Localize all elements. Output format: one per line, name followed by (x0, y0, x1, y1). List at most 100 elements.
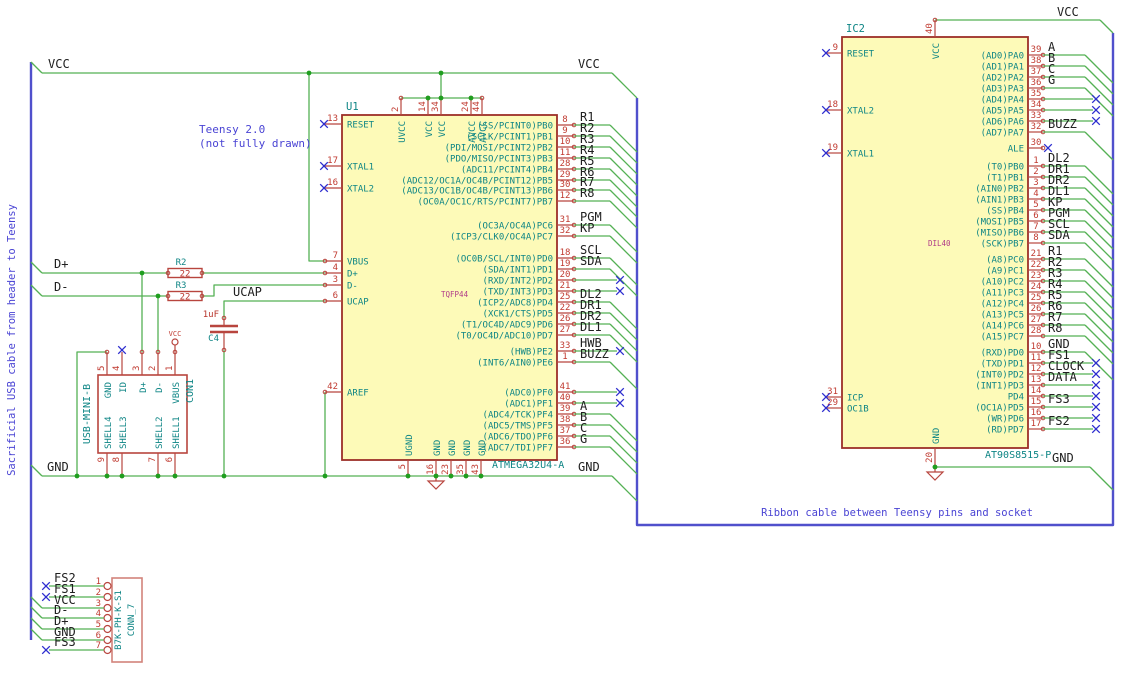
wire-to-bus-entry (609, 224, 638, 253)
pin-number: 1 (1033, 156, 1038, 166)
wire-to-bus-entry (1084, 65, 1114, 95)
component-IC2[interactable]: IC2AT90S8515-PDIL409RESET18XTAL219XTAL13… (821, 17, 1114, 470)
component-U1[interactable]: U1ATMEGA32U4-ATQFP4413RESET17XTAL116XTAL… (319, 95, 638, 479)
net-label-DL1[interactable]: DL1 (580, 320, 602, 334)
junction-dot (155, 473, 161, 479)
CON1-pin-9[interactable]: 9 SHELL4 (97, 416, 114, 479)
CON1-pin-3[interactable]: 3 D+ (132, 349, 149, 393)
pin-number: 18 (827, 100, 838, 110)
net-label-BUZZ[interactable]: BUZZ (1048, 117, 1077, 131)
pin-name: (ADC5/TMS)PF5 (483, 422, 553, 432)
pin-name: RESET (347, 121, 375, 131)
pin-number: 3 (132, 366, 142, 371)
net-label-FS2[interactable]: FS2 (1048, 414, 1070, 428)
pin-name: (INT6/AIN0)PE6 (477, 359, 553, 369)
junction-dot (448, 473, 454, 479)
net-label-G[interactable]: G (1048, 73, 1055, 87)
pin-name: (RD)PD7 (986, 426, 1024, 436)
CON1-pin-1[interactable]: 1 VBUS (165, 349, 182, 404)
net-label-GND[interactable]: GND (1052, 451, 1074, 465)
pin-number: 38 (1031, 56, 1042, 66)
pin-number: 30 (1031, 138, 1042, 148)
pin-name: GND (448, 440, 458, 456)
net-label-R8[interactable]: R8 (580, 186, 594, 200)
vcc-circle (171, 338, 179, 346)
CON1-pin-2[interactable]: 2 D- (148, 349, 165, 393)
C4-reference: C4 (208, 334, 219, 344)
pin-name: (T1/OC4D/ADC9)PD6 (461, 321, 553, 331)
component-C4[interactable]: 1uF C4 (203, 310, 238, 350)
net-label-BUZZ[interactable]: BUZZ (580, 347, 609, 361)
no-connect-x (41, 592, 51, 602)
pin-number: 6 (333, 291, 338, 301)
pin-circle (103, 624, 112, 634)
net-label-SDA[interactable]: SDA (580, 254, 602, 268)
net-label-UCAP[interactable]: UCAP (233, 285, 262, 299)
CON1-pin-6[interactable]: 6 SHELL1 (165, 416, 182, 479)
pin-number: 35 (1031, 89, 1042, 99)
net-label-GND[interactable]: GND (47, 460, 69, 474)
pin-name: UVCC (398, 121, 408, 143)
gnd-triangle (426, 480, 446, 490)
pin-name: XTAL1 (347, 163, 374, 173)
pin-name: (ADC7/TDI)PF7 (483, 444, 553, 454)
pin-number: 44 (472, 101, 482, 112)
component-CON1[interactable]: USB-MINI-B CON15GND4ID3D+2D-1VBUS9SHELL48… (82, 345, 196, 479)
pin-name: SHELL2 (155, 416, 165, 449)
pin-name: (A12)PC4 (981, 300, 1024, 310)
pin-name: (HWB)PE2 (510, 348, 553, 358)
net-label-D-[interactable]: D- (54, 280, 68, 294)
wire-to-bus-entry (1084, 269, 1114, 299)
wire-to-bus-entry (1084, 209, 1114, 239)
CON1-pin-4[interactable]: 4 ID (112, 345, 129, 393)
pin-number: 39 (560, 404, 571, 414)
pin-number: 16 (1031, 408, 1042, 418)
pin-number: 5 (1033, 200, 1038, 210)
net-label-DATA[interactable]: DATA (1048, 370, 1078, 384)
IC2-footprint: DIL40 (928, 239, 951, 248)
pin-number: 8 (562, 115, 567, 125)
net-label-SDA[interactable]: SDA (1048, 228, 1070, 242)
junction-dot (932, 464, 938, 470)
CON1-pin-7[interactable]: 7 SHELL2 (148, 416, 165, 479)
net-label-VCC[interactable]: VCC (48, 57, 70, 71)
pin-number: 21 (1031, 249, 1042, 259)
IC2-reference: IC2 (846, 23, 865, 35)
component-R2[interactable]: R222 (167, 258, 203, 280)
net-label-VCC[interactable]: VCC (578, 57, 600, 71)
pin-name: AREF (347, 389, 369, 399)
pin-name: (ICP2/ADC8)PD4 (477, 299, 553, 309)
pin-name: UGND (405, 434, 415, 456)
wire-to-bus-entry (30, 628, 43, 641)
pin-number: 1 (96, 577, 101, 587)
net-label-KP[interactable]: KP (580, 221, 594, 235)
net-label-FS3[interactable]: FS3 (1048, 392, 1070, 406)
net-label-R8[interactable]: R8 (1048, 321, 1062, 335)
pin-number: 24 (1031, 282, 1042, 292)
pin-name: (ADC11/PCINT4)PB4 (461, 166, 553, 176)
net-label-D+[interactable]: D+ (54, 257, 68, 271)
CON1-pin-8[interactable]: 8 SHELL3 (112, 416, 129, 479)
pin-name: (T0)PB0 (986, 163, 1024, 173)
pin-number: 4 (333, 263, 338, 273)
pin-number: 24 (461, 101, 471, 112)
net-label-FS3[interactable]: FS3 (54, 635, 76, 649)
pin-number: 22 (1031, 260, 1042, 270)
pin-number: 5 (97, 366, 107, 371)
no-connect-x (1091, 116, 1101, 126)
pin-number: 1 (562, 352, 567, 362)
pin-name: (INT1)PD3 (975, 382, 1024, 392)
component-CONN_7[interactable]: B7K-PH-K-S1 CONN_71FS22FS13VCC4D-5D+6GND7… (41, 571, 143, 663)
wire-to-bus-entry (609, 135, 638, 164)
CONN_7-pin-1[interactable]: 1FS2 (41, 571, 112, 591)
component-R3[interactable]: R322 (167, 281, 203, 303)
pin-name: VBUS (172, 382, 182, 404)
net-label-GND[interactable]: GND (578, 460, 600, 474)
net-label-VCC[interactable]: VCC (1057, 5, 1079, 19)
pin-number: 31 (827, 387, 838, 397)
pin-number: 8 (112, 457, 122, 462)
wire-to-bus-entry (1084, 76, 1114, 106)
pin-name: (PDI/MOSI/PCINT2)PB2 (445, 144, 553, 154)
pin-circle (103, 645, 112, 655)
net-label-G[interactable]: G (580, 432, 587, 446)
